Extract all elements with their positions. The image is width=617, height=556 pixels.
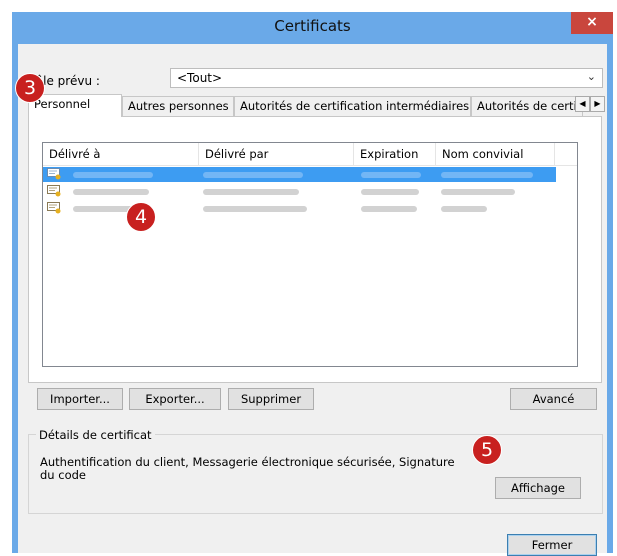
- dialog-body: Rôle prévu : <Tout> ⌄ Personnel Autres p…: [18, 44, 607, 556]
- certificate-icon: [47, 168, 61, 180]
- tab-scroll-right-button[interactable]: ▶: [590, 96, 605, 112]
- certificate-details-title: Détails de certificat: [36, 428, 155, 442]
- table-row[interactable]: [43, 167, 556, 182]
- certificates-dialog: Certificats × Rôle prévu : <Tout> ⌄ Pers…: [12, 12, 613, 556]
- step-badge-5: 5: [472, 435, 502, 465]
- column-header-issued-to[interactable]: Délivré à: [43, 143, 199, 165]
- title-bar[interactable]: Certificats ×: [12, 12, 613, 42]
- close-window-button[interactable]: ×: [571, 12, 613, 34]
- view-button[interactable]: Affichage: [495, 477, 581, 499]
- column-header-expiration[interactable]: Expiration: [354, 143, 436, 165]
- advanced-button[interactable]: Avancé: [510, 388, 597, 410]
- arrow-left-icon: ◀: [579, 99, 586, 108]
- intended-purpose-select[interactable]: <Tout> ⌄: [170, 68, 603, 88]
- tab-root-authorities[interactable]: Autorités de certification racines de co…: [471, 96, 583, 116]
- column-header-friendly-name[interactable]: Nom convivial: [436, 143, 555, 165]
- table-row[interactable]: [43, 201, 556, 216]
- step-badge-3: 3: [15, 73, 45, 103]
- tab-personal[interactable]: Personnel: [28, 94, 122, 117]
- import-button[interactable]: Importer...: [37, 388, 123, 410]
- column-header-issued-by[interactable]: Délivré par: [199, 143, 354, 165]
- tab-intermediate-authorities[interactable]: Autorités de certification intermédiaire…: [234, 96, 471, 116]
- intended-purpose-value: <Tout>: [177, 71, 223, 85]
- step-badge-4: 4: [126, 202, 156, 232]
- arrow-right-icon: ▶: [594, 99, 601, 108]
- table-row[interactable]: [43, 184, 556, 199]
- certificate-list[interactable]: Délivré à Délivré par Expiration Nom con…: [42, 142, 578, 367]
- delete-button[interactable]: Supprimer: [228, 388, 314, 410]
- list-header: Délivré à Délivré par Expiration Nom con…: [43, 143, 577, 166]
- tab-scroll-left-button[interactable]: ◀: [575, 96, 590, 112]
- certificate-icon: [47, 185, 61, 197]
- chevron-down-icon: ⌄: [586, 70, 596, 83]
- export-button[interactable]: Exporter...: [129, 388, 221, 410]
- tab-strip: Personnel Autres personnes Autorités de …: [28, 94, 605, 117]
- window-title: Certificats: [274, 17, 351, 35]
- certificate-details-text: Authentification du client, Messagerie é…: [40, 455, 455, 482]
- certificate-icon: [47, 202, 61, 214]
- tab-other-people[interactable]: Autres personnes: [122, 96, 234, 116]
